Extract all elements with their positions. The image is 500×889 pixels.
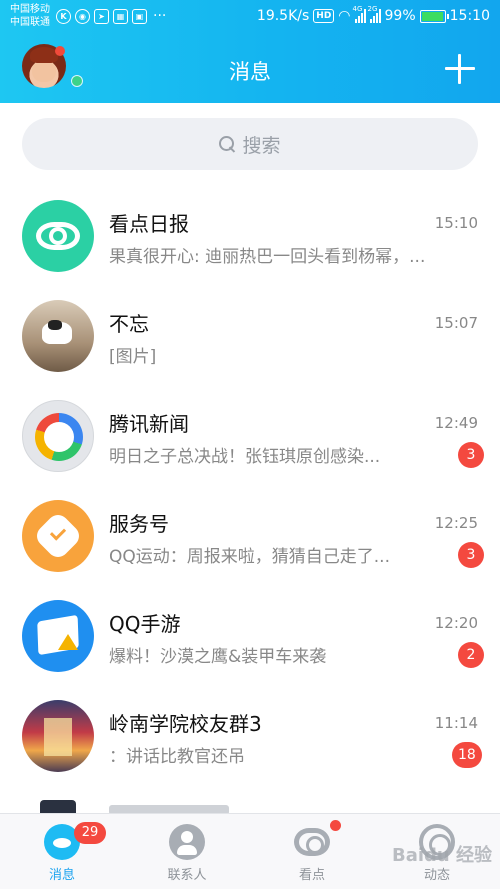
hd-icon: HD <box>313 9 335 23</box>
title-bar: 消息 <box>0 36 500 103</box>
chat-name: 看点日报 <box>109 212 189 236</box>
unread-badge: 3 <box>458 442 484 468</box>
carrier-info: 中国移动 中国联通 <box>10 3 50 29</box>
signal-1-type: 4G <box>352 5 363 13</box>
tab-label: 消息 <box>48 868 75 883</box>
notification-icons: K ◉ ➤ ▦ ▣ ··· <box>56 9 166 24</box>
tab-kandian[interactable]: 看点 <box>262 814 362 889</box>
chat-time: 11:14 <box>434 714 478 732</box>
chat-name: 不忘 <box>109 312 149 336</box>
bottom-tab-bar: 消息 29 联系人 看点 动态 Baidu 经验 <box>0 813 500 889</box>
kandian-new-dot <box>330 820 341 831</box>
signal-2-type: 2G <box>367 5 378 13</box>
wifi-icon: ◠ <box>338 8 351 24</box>
status-bar: 中国移动 中国联通 K ◉ ➤ ▦ ▣ ··· 19.5K/s HD ◠ 4G … <box>0 0 500 36</box>
chat-name: QQ手游 <box>109 612 181 636</box>
qq-games-avatar <box>22 600 94 672</box>
header-bar: 中国移动 中国联通 K ◉ ➤ ▦ ▣ ··· 19.5K/s HD ◠ 4G … <box>0 0 500 103</box>
search-bar[interactable]: 搜索 <box>22 118 478 170</box>
chat-time: 12:20 <box>434 614 478 632</box>
chat-preview: 爆料！沙漠之鹰&装甲车来袭 <box>109 647 327 667</box>
chat-preview: [图片] <box>109 347 157 367</box>
baidu-watermark: Baidu 经验 <box>392 845 493 866</box>
k-app-icon: K <box>56 9 71 24</box>
chat-name: 腾讯新闻 <box>109 412 189 436</box>
tab-label: 看点 <box>298 868 325 883</box>
tencent-news-avatar <box>22 400 94 472</box>
chat-time: 15:07 <box>434 314 478 332</box>
chat-row[interactable]: 看点日报 15:10 果真很开心: 迪丽热巴一回头看到杨幂，... <box>0 200 500 300</box>
signal-icon-2: 2G <box>368 5 381 23</box>
chat-preview: ：讲话比教官还吊 <box>109 747 245 767</box>
chat-time: 15:10 <box>434 214 478 232</box>
more-notifications: ··· <box>153 8 167 24</box>
news-app-icon: ▣ <box>132 9 147 24</box>
kandian-avatar <box>22 200 94 272</box>
unread-badge: 3 <box>458 542 484 568</box>
weibo-icon: ◉ <box>75 9 90 24</box>
app-grid-icon: ▦ <box>113 9 128 24</box>
group-avatar <box>22 700 94 772</box>
battery-percent: 99% <box>384 8 416 24</box>
service-account-avatar <box>22 500 94 572</box>
search-placeholder: 搜索 <box>242 134 281 157</box>
chat-preview: QQ运动：周报来啦，猜猜自己走了... <box>109 547 390 567</box>
chat-name: 服务号 <box>109 512 169 536</box>
tab-label: 联系人 <box>167 868 207 883</box>
chat-row[interactable]: 腾讯新闻 12:49 明日之子总决战！张钰琪原创感染... 3 <box>0 400 500 500</box>
chat-name: 岭南学院校友群3 <box>109 712 262 736</box>
messages-unread-badge: 29 <box>74 822 106 844</box>
clock: 15:10 <box>449 8 490 24</box>
search-icon <box>219 135 236 153</box>
chat-row[interactable]: 不忘 15:07 [图片] <box>0 300 500 400</box>
unread-badge: 18 <box>452 742 482 768</box>
chat-time: 12:25 <box>434 514 478 532</box>
chat-row[interactable]: 服务号 12:25 QQ运动：周报来啦，猜猜自己走了... 3 <box>0 500 500 600</box>
contacts-icon <box>169 824 205 860</box>
carrier-1: 中国移动 <box>10 4 50 15</box>
network-speed: 19.5K/s <box>256 8 310 24</box>
chat-row[interactable]: QQ手游 12:20 爆料！沙漠之鹰&装甲车来袭 2 <box>0 600 500 700</box>
chat-preview: 明日之子总决战！张钰琪原创感染... <box>109 447 381 467</box>
kandian-eye-icon <box>294 828 330 856</box>
chat-time: 12:49 <box>434 414 478 432</box>
tab-contacts[interactable]: 联系人 <box>137 814 237 889</box>
add-button[interactable] <box>445 54 475 84</box>
chat-row[interactable]: 岭南学院校友群3 11:14 ：讲话比教官还吊 18 <box>0 700 500 800</box>
chat-preview: 果真很开心: 迪丽热巴一回头看到杨幂，... <box>109 247 426 267</box>
page-title: 消息 <box>229 60 271 84</box>
avatar-notification-dot <box>55 46 65 56</box>
battery-icon <box>419 9 449 23</box>
unread-badge: 2 <box>458 642 484 668</box>
carrier-2: 中国联通 <box>10 17 50 28</box>
paper-plane-icon: ➤ <box>94 9 109 24</box>
signal-icon-1: 4G <box>353 5 366 23</box>
contact-avatar <box>22 300 94 372</box>
status-right: 19.5K/s HD ◠ 4G 2G 99% 15:10 <box>256 5 490 24</box>
